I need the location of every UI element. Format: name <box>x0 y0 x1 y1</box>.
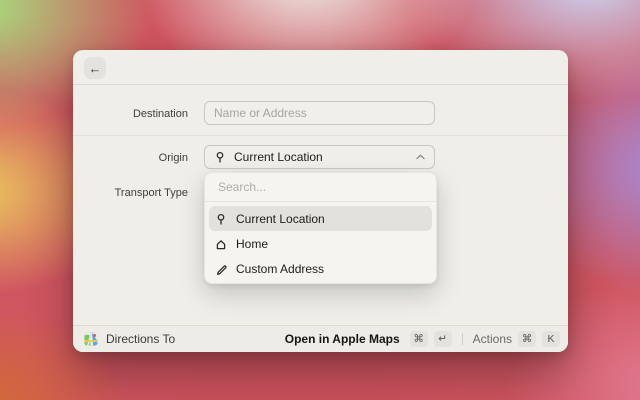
option-current-location[interactable]: Current Location <box>209 206 432 231</box>
location-pin-icon <box>215 213 227 225</box>
command-keycap: ⌘ <box>518 331 536 347</box>
k-keycap: K <box>542 331 560 347</box>
open-in-apple-maps-button[interactable]: Open in Apple Maps <box>285 332 400 346</box>
dropdown-search-input[interactable] <box>218 180 423 194</box>
option-home[interactable]: Home <box>209 231 432 256</box>
origin-label: Origin <box>73 152 188 164</box>
apple-maps-icon <box>84 332 98 346</box>
screen: ← Destination Origin Current Location Tr… <box>0 0 640 400</box>
destination-input[interactable] <box>204 101 435 125</box>
dropdown-search <box>205 173 436 202</box>
location-pin-icon <box>214 151 226 163</box>
dropdown-options: Current Location Home Custom Address <box>205 202 436 285</box>
directions-to-window: ← Destination Origin Current Location Tr… <box>73 50 568 352</box>
origin-dropdown: Current Location Home Custom Address <box>204 172 437 284</box>
footer-divider <box>462 333 463 345</box>
home-icon <box>215 238 227 250</box>
footer-actions: Open in Apple Maps ⌘ ↵ Actions ⌘ K <box>285 331 560 347</box>
transport-type-label: Transport Type <box>73 187 188 199</box>
destination-label: Destination <box>73 108 188 120</box>
chevron-up-icon <box>416 154 425 160</box>
option-custom-address[interactable]: Custom Address <box>209 256 432 281</box>
origin-select-value: Current Location <box>234 150 408 164</box>
window-header: ← <box>73 50 568 85</box>
command-keycap: ⌘ <box>410 331 428 347</box>
row-divider <box>73 135 568 136</box>
back-button[interactable]: ← <box>84 57 106 79</box>
pencil-icon <box>215 263 227 275</box>
window-footer: Directions To Open in Apple Maps ⌘ ↵ Act… <box>73 325 568 352</box>
origin-select[interactable]: Current Location <box>204 145 435 169</box>
app-badge: Directions To <box>84 332 175 346</box>
app-name: Directions To <box>106 332 175 346</box>
actions-button[interactable]: Actions <box>473 332 512 346</box>
return-keycap: ↵ <box>434 331 452 347</box>
